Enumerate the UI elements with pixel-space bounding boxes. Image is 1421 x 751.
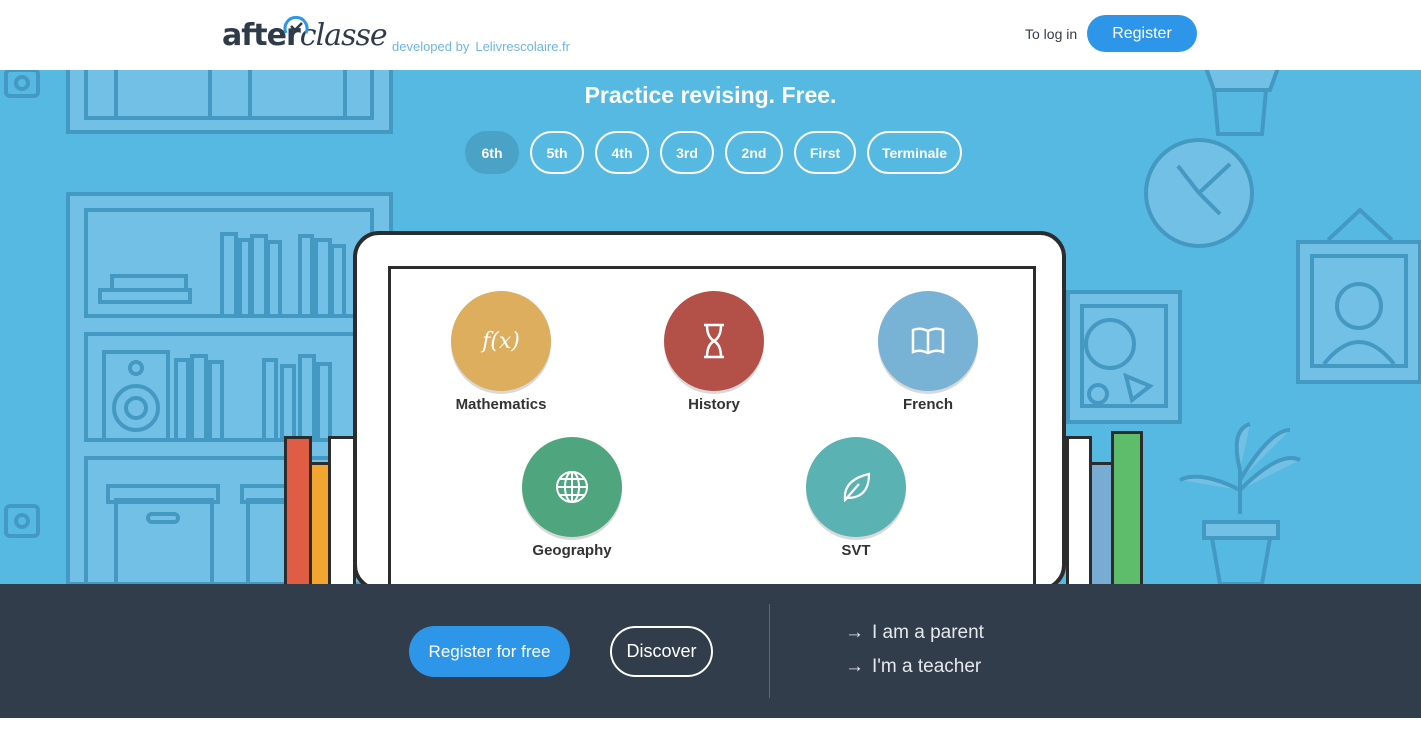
book-red [284, 436, 312, 584]
subject-mathematics[interactable]: f(x) Mathematics [431, 291, 571, 413]
parent-link[interactable]: → I am a parent [845, 622, 984, 644]
teacher-link[interactable]: → I'm a teacher [845, 656, 981, 678]
level-tab-4th[interactable]: 4th [595, 131, 649, 174]
teacher-link-label: I'm a teacher [872, 656, 982, 677]
level-selector: 6th 5th 4th 3rd 2nd First Terminale [465, 131, 973, 174]
subject-circle [664, 291, 764, 391]
level-tab-6th[interactable]: 6th [465, 131, 519, 174]
developed-by-label: developed by [392, 39, 470, 54]
level-tab-3rd[interactable]: 3rd [660, 131, 714, 174]
subject-svt[interactable]: SVT [786, 437, 926, 559]
subject-circle: f(x) [451, 291, 551, 391]
subject-label: SVT [841, 542, 871, 559]
function-icon: f(x) [482, 328, 520, 354]
level-tab-2nd[interactable]: 2nd [725, 131, 783, 174]
logo-clock-icon [283, 15, 309, 34]
cta-band: Register for free Discover → I am a pare… [0, 584, 1421, 718]
band-divider [769, 604, 770, 698]
arrow-right-icon: → [845, 622, 864, 643]
subject-screen: f(x) Mathematics History French Geograph… [388, 266, 1036, 584]
hero-title: Practice revising. Free. [584, 82, 837, 108]
subject-label: Mathematics [455, 396, 547, 413]
developed-by-text: developed by Lelivrescolaire.fr [392, 39, 570, 54]
arrow-right-icon: → [845, 656, 864, 677]
level-tab-first[interactable]: First [794, 131, 856, 174]
subject-circle [522, 437, 622, 537]
register-button[interactable]: Register [1087, 15, 1197, 52]
leaf-icon [843, 472, 871, 503]
book-icon [911, 327, 945, 355]
subject-label: History [688, 396, 740, 413]
subject-label: Geography [532, 542, 612, 559]
top-header: afterclasse developed by Lelivrescolaire.… [0, 0, 1421, 70]
subject-circle [878, 291, 978, 391]
logo-text-classe: classe [299, 18, 388, 53]
parent-link-label: I am a parent [872, 622, 984, 643]
developer-site-link[interactable]: Lelivrescolaire.fr [475, 39, 570, 54]
book-white-left [328, 436, 356, 584]
discover-button[interactable]: Discover [610, 626, 713, 677]
subject-history[interactable]: History [644, 291, 784, 413]
book-green [1111, 431, 1143, 584]
hourglass-icon [704, 323, 724, 359]
level-tab-5th[interactable]: 5th [530, 131, 584, 174]
hero-section: Practice revising. Free. 6th 5th 4th 3rd… [0, 70, 1421, 584]
globe-icon [556, 471, 588, 503]
level-tab-terminale[interactable]: Terminale [867, 131, 962, 174]
subject-french[interactable]: French [858, 291, 998, 413]
subject-circle [806, 437, 906, 537]
subject-geography[interactable]: Geography [502, 437, 642, 559]
subject-label: French [902, 396, 953, 413]
register-free-button[interactable]: Register for free [409, 626, 570, 677]
login-link[interactable]: To log in [1025, 26, 1077, 42]
